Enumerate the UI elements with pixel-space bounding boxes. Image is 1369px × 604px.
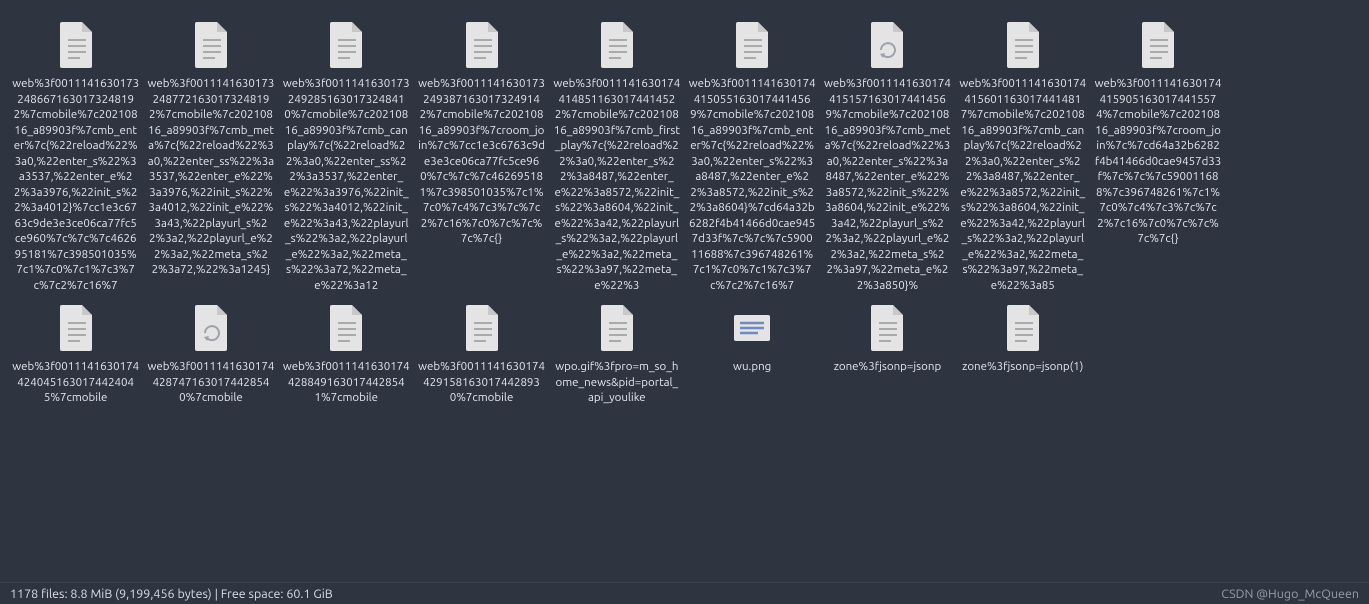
text-file-icon — [863, 301, 911, 353]
file-name-label: web%3f00111416301732487721630173248192%7… — [145, 76, 276, 278]
file-name-label: zone%3fjsonp=jsonp(1) — [960, 359, 1085, 375]
file-name-label: wpo.gif%3fpro=m_so_home_news&pid=portal_… — [551, 359, 682, 406]
file-item[interactable]: web%3f00111416301732487721630173248192%7… — [143, 14, 278, 297]
file-name-label: web%3f00111416301744150551630174414569%7… — [687, 76, 818, 293]
watermark: CSDN @Hugo_McQueen — [1221, 587, 1359, 601]
status-left: 1178 files: 8.8 MiB (9,199,456 bytes) | … — [10, 587, 333, 601]
file-name-label: web%3f00111416301744291581630174428930%7… — [416, 359, 547, 406]
file-item[interactable]: zone%3fjsonp=jsonp — [820, 297, 955, 410]
text-file-icon — [52, 18, 100, 70]
text-file-icon — [999, 301, 1047, 353]
image-file-icon — [728, 301, 776, 353]
file-name-label: web%3f00111416301744287471630174428540%7… — [145, 359, 276, 406]
text-file-icon — [593, 301, 641, 353]
file-item[interactable]: web%3f00111416301744150551630174414569%7… — [685, 14, 820, 297]
file-item[interactable]: web%3f00111416301744148511630174414522%7… — [549, 14, 684, 297]
text-file-icon — [1134, 18, 1182, 70]
recycle-file-icon — [863, 18, 911, 70]
file-item[interactable]: web%3f00111416301732486671630173248192%7… — [8, 14, 143, 297]
file-item[interactable]: wu.png — [685, 297, 820, 410]
text-file-icon — [728, 18, 776, 70]
text-file-icon — [52, 301, 100, 353]
file-item[interactable]: wpo.gif%3fpro=m_so_home_news&pid=portal_… — [549, 297, 684, 410]
file-name-label: web%3f00111416301732493871630173249142%7… — [416, 76, 547, 247]
file-grid: web%3f00111416301732486671630173248192%7… — [0, 0, 1369, 410]
file-item[interactable]: web%3f00111416301744291581630174428930%7… — [414, 297, 549, 410]
text-file-icon — [458, 18, 506, 70]
file-name-label: web%3f00111416301744159051630174415574%7… — [1092, 76, 1223, 247]
file-item[interactable]: web%3f00111416301744240451630174424045%7… — [8, 297, 143, 410]
file-name-label: web%3f00111416301744156011630174414817%7… — [957, 76, 1088, 293]
text-file-icon — [999, 18, 1047, 70]
file-name-label: web%3f00111416301732492851630173248410%7… — [281, 76, 412, 293]
file-name-label: web%3f00111416301732486671630173248192%7… — [10, 76, 141, 293]
file-item[interactable]: web%3f00111416301732492851630173248410%7… — [279, 14, 414, 297]
text-file-icon — [322, 18, 370, 70]
file-item[interactable]: zone%3fjsonp=jsonp(1) — [955, 297, 1090, 410]
text-file-icon — [322, 301, 370, 353]
file-name-label: web%3f00111416301744148511630174414522%7… — [551, 76, 682, 293]
file-name-label: wu.png — [731, 359, 773, 375]
file-item[interactable]: web%3f00111416301744159051630174415574%7… — [1090, 14, 1225, 297]
file-name-label: web%3f00111416301744151571630174414569%7… — [822, 76, 953, 293]
file-name-label: zone%3fjsonp=jsonp — [832, 359, 943, 375]
text-file-icon — [458, 301, 506, 353]
status-bar: 1178 files: 8.8 MiB (9,199,456 bytes) | … — [0, 582, 1369, 604]
text-file-icon — [593, 18, 641, 70]
file-item[interactable]: web%3f00111416301732493871630173249142%7… — [414, 14, 549, 297]
recycle-file-icon — [187, 301, 235, 353]
file-item[interactable]: web%3f00111416301744287471630174428540%7… — [143, 297, 278, 410]
file-item[interactable]: web%3f00111416301744288491630174428541%7… — [279, 297, 414, 410]
file-item[interactable]: web%3f00111416301744156011630174414817%7… — [955, 14, 1090, 297]
file-name-label: web%3f00111416301744240451630174424045%7… — [10, 359, 141, 406]
file-name-label: web%3f00111416301744288491630174428541%7… — [281, 359, 412, 406]
text-file-icon — [187, 18, 235, 70]
file-item[interactable]: web%3f00111416301744151571630174414569%7… — [820, 14, 955, 297]
